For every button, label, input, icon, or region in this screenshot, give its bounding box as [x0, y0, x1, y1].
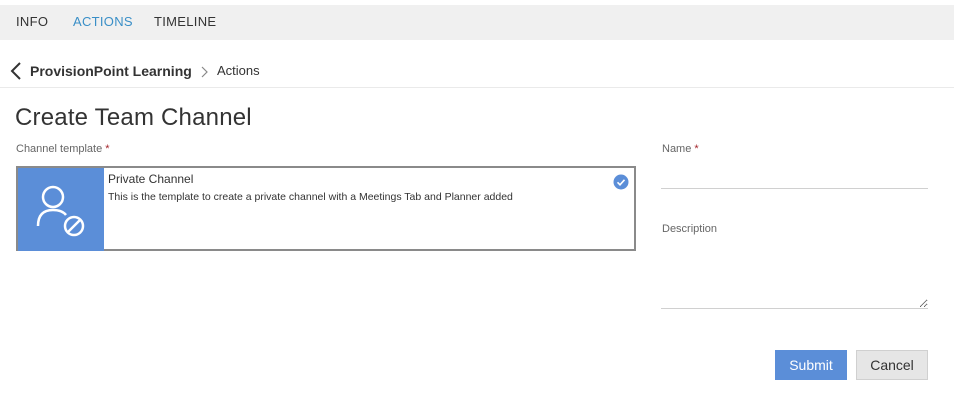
- submit-button[interactable]: Submit: [775, 350, 847, 380]
- name-label-text: Name: [662, 143, 692, 155]
- tab-bar: INFO ACTIONS TIMELINE: [0, 5, 954, 40]
- cancel-button[interactable]: Cancel: [856, 350, 928, 380]
- check-circle-icon: [613, 174, 629, 190]
- private-user-icon: [36, 185, 85, 237]
- chevron-right-icon: [200, 65, 208, 78]
- name-input[interactable]: [661, 166, 928, 189]
- tab-timeline[interactable]: TIMELINE: [154, 5, 216, 40]
- template-thumbnail: [18, 168, 104, 251]
- required-asterisk: *: [694, 143, 699, 155]
- tab-info[interactable]: INFO: [16, 5, 48, 40]
- description-input[interactable]: [661, 246, 928, 309]
- channel-template-label-text: Channel template: [16, 143, 103, 155]
- required-asterisk: *: [105, 143, 110, 155]
- template-card-private-channel[interactable]: Private Channel This is the template to …: [16, 166, 636, 251]
- breadcrumb-current: Actions: [217, 63, 260, 78]
- page-title: Create Team Channel: [15, 104, 252, 131]
- header-divider: [0, 87, 954, 88]
- description-label: Description: [662, 223, 718, 235]
- tab-actions[interactable]: ACTIONS: [73, 5, 133, 40]
- chevron-left-icon[interactable]: [10, 61, 22, 81]
- template-name: Private Channel: [108, 172, 194, 186]
- template-description: This is the template to create a private…: [108, 191, 513, 203]
- breadcrumb-root-link[interactable]: ProvisionPoint Learning: [30, 63, 192, 79]
- channel-template-label: Channel template *: [16, 143, 110, 155]
- breadcrumb: ProvisionPoint Learning Actions: [10, 58, 950, 84]
- name-label: Name *: [662, 143, 699, 155]
